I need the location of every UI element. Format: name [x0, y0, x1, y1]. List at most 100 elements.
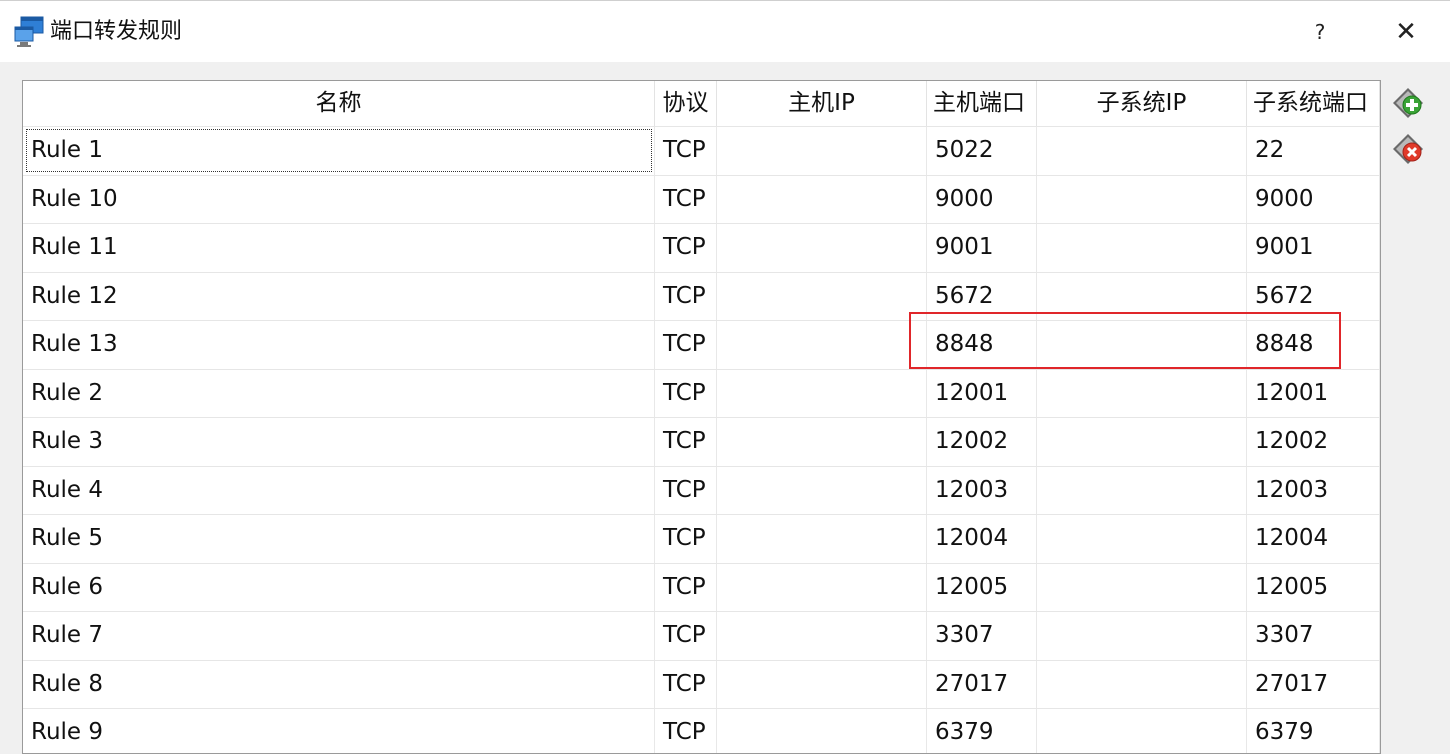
- cell-protocol[interactable]: TCP: [655, 321, 717, 369]
- cell-guest-ip[interactable]: [1037, 272, 1247, 320]
- cell-guest-port[interactable]: 22: [1247, 127, 1380, 175]
- table-row[interactable]: Rule 4 TCP 12003 12003: [23, 465, 1380, 514]
- cell-guest-ip[interactable]: [1037, 660, 1247, 708]
- cell-name[interactable]: Rule 6: [23, 563, 655, 611]
- table-row[interactable]: Rule 6 TCP 12005 12005: [23, 562, 1380, 611]
- cell-name[interactable]: Rule 2: [23, 369, 655, 417]
- table-row[interactable]: Rule 3 TCP 12002 12002: [23, 417, 1380, 466]
- cell-guest-port[interactable]: 12003: [1247, 466, 1380, 514]
- table-row[interactable]: Rule 7 TCP 3307 3307: [23, 611, 1380, 660]
- cell-host-port[interactable]: 6379: [927, 709, 1037, 753]
- cell-host-port[interactable]: 27017: [927, 660, 1037, 708]
- cell-name[interactable]: Rule 1: [23, 127, 655, 175]
- cell-name[interactable]: Rule 10: [23, 175, 655, 223]
- cell-host-port[interactable]: 5022: [927, 127, 1037, 175]
- table-row[interactable]: Rule 2 TCP 12001 12001: [23, 368, 1380, 417]
- cell-guest-port[interactable]: 9001: [1247, 224, 1380, 272]
- column-header-guest-ip[interactable]: 子系统IP: [1037, 81, 1247, 126]
- cell-host-ip[interactable]: [717, 466, 927, 514]
- cell-name[interactable]: Rule 9: [23, 709, 655, 753]
- cell-guest-port[interactable]: 9000: [1247, 175, 1380, 223]
- cell-host-port[interactable]: 12002: [927, 418, 1037, 466]
- column-header-name[interactable]: 名称: [23, 81, 655, 126]
- column-header-protocol[interactable]: 协议: [655, 81, 717, 126]
- table-row[interactable]: Rule 1 TCP 5022 22: [23, 126, 1380, 175]
- cell-host-port[interactable]: 5672: [927, 272, 1037, 320]
- cell-protocol[interactable]: TCP: [655, 418, 717, 466]
- cell-guest-port[interactable]: 5672: [1247, 272, 1380, 320]
- cell-guest-ip[interactable]: [1037, 466, 1247, 514]
- cell-guest-ip[interactable]: [1037, 369, 1247, 417]
- cell-name[interactable]: Rule 5: [23, 515, 655, 563]
- cell-host-port[interactable]: 12004: [927, 515, 1037, 563]
- cell-host-port[interactable]: 9000: [927, 175, 1037, 223]
- cell-guest-port[interactable]: 6379: [1247, 709, 1380, 753]
- cell-guest-port[interactable]: 12005: [1247, 563, 1380, 611]
- cell-guest-port[interactable]: 12004: [1247, 515, 1380, 563]
- cell-guest-ip[interactable]: [1037, 224, 1247, 272]
- cell-guest-ip[interactable]: [1037, 563, 1247, 611]
- cell-host-ip[interactable]: [717, 321, 927, 369]
- cell-guest-ip[interactable]: [1037, 321, 1247, 369]
- cell-protocol[interactable]: TCP: [655, 660, 717, 708]
- cell-guest-port[interactable]: 3307: [1247, 612, 1380, 660]
- column-header-host-port[interactable]: 主机端口: [927, 81, 1037, 126]
- cell-protocol[interactable]: TCP: [655, 224, 717, 272]
- cell-host-port[interactable]: 12005: [927, 563, 1037, 611]
- cell-protocol[interactable]: TCP: [655, 612, 717, 660]
- cell-guest-ip[interactable]: [1037, 515, 1247, 563]
- cell-host-port[interactable]: 3307: [927, 612, 1037, 660]
- cell-host-ip[interactable]: [717, 612, 927, 660]
- cell-host-ip[interactable]: [717, 563, 927, 611]
- cell-host-port[interactable]: 12001: [927, 369, 1037, 417]
- cell-host-ip[interactable]: [717, 127, 927, 175]
- cell-name[interactable]: Rule 12: [23, 272, 655, 320]
- cell-host-ip[interactable]: [717, 418, 927, 466]
- add-rule-icon[interactable]: [1390, 85, 1426, 121]
- remove-rule-icon[interactable]: [1390, 131, 1426, 167]
- cell-name[interactable]: Rule 3: [23, 418, 655, 466]
- cell-host-ip[interactable]: [717, 369, 927, 417]
- cell-guest-port[interactable]: 8848: [1247, 321, 1380, 369]
- cell-protocol[interactable]: TCP: [655, 369, 717, 417]
- cell-host-port[interactable]: 9001: [927, 224, 1037, 272]
- cell-guest-ip[interactable]: [1037, 418, 1247, 466]
- column-header-host-ip[interactable]: 主机IP: [717, 81, 927, 126]
- cell-guest-ip[interactable]: [1037, 175, 1247, 223]
- cell-guest-port[interactable]: 12002: [1247, 418, 1380, 466]
- cell-guest-ip[interactable]: [1037, 127, 1247, 175]
- table-row[interactable]: Rule 12 TCP 5672 5672: [23, 271, 1380, 320]
- cell-name[interactable]: Rule 13: [23, 321, 655, 369]
- cell-protocol[interactable]: TCP: [655, 563, 717, 611]
- cell-protocol[interactable]: TCP: [655, 272, 717, 320]
- cell-name[interactable]: Rule 11: [23, 224, 655, 272]
- cell-protocol[interactable]: TCP: [655, 709, 717, 753]
- cell-name[interactable]: Rule 4: [23, 466, 655, 514]
- table-row[interactable]: Rule 9 TCP 6379 6379: [23, 708, 1380, 753]
- table-row[interactable]: Rule 8 TCP 27017 27017: [23, 659, 1380, 708]
- rules-table[interactable]: 名称 协议 主机IP 主机端口 子系统IP 子系统端口 Rule 1 TCP 502…: [22, 80, 1381, 754]
- cell-host-ip[interactable]: [717, 660, 927, 708]
- cell-host-ip[interactable]: [717, 224, 927, 272]
- cell-protocol[interactable]: TCP: [655, 175, 717, 223]
- cell-host-ip[interactable]: [717, 272, 927, 320]
- cell-protocol[interactable]: TCP: [655, 466, 717, 514]
- cell-protocol[interactable]: TCP: [655, 127, 717, 175]
- cell-host-port[interactable]: 12003: [927, 466, 1037, 514]
- cell-protocol[interactable]: TCP: [655, 515, 717, 563]
- cell-guest-port[interactable]: 12001: [1247, 369, 1380, 417]
- table-row[interactable]: Rule 10 TCP 9000 9000: [23, 174, 1380, 223]
- cell-host-ip[interactable]: [717, 709, 927, 753]
- close-button[interactable]: ✕: [1386, 15, 1426, 49]
- help-button[interactable]: ?: [1300, 15, 1340, 49]
- cell-guest-ip[interactable]: [1037, 709, 1247, 753]
- table-row[interactable]: Rule 13 TCP 8848 8848: [23, 320, 1380, 369]
- cell-host-ip[interactable]: [717, 175, 927, 223]
- cell-guest-ip[interactable]: [1037, 612, 1247, 660]
- cell-name[interactable]: Rule 7: [23, 612, 655, 660]
- cell-host-ip[interactable]: [717, 515, 927, 563]
- cell-name[interactable]: Rule 8: [23, 660, 655, 708]
- table-row[interactable]: Rule 5 TCP 12004 12004: [23, 514, 1380, 563]
- column-header-guest-port[interactable]: 子系统端口: [1247, 81, 1380, 126]
- cell-host-port[interactable]: 8848: [927, 321, 1037, 369]
